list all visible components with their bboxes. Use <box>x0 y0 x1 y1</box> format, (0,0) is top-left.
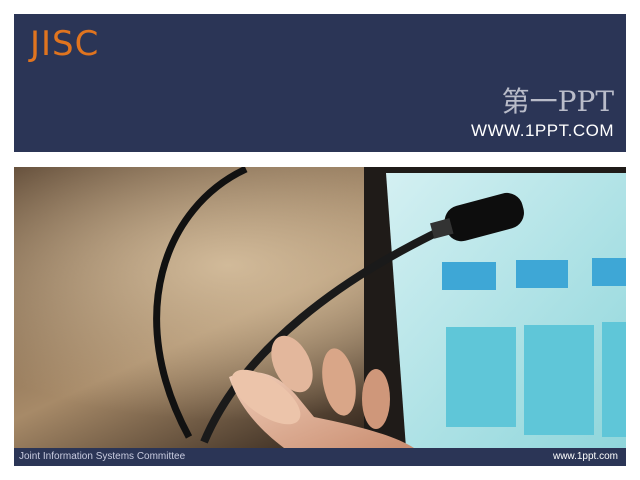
slide-title: 第一PPT <box>501 85 614 118</box>
microphone-photo-illustration <box>14 167 626 448</box>
footer-url: www.1ppt.com <box>552 451 618 462</box>
microphone-photo <box>14 167 626 448</box>
header-band: JISC 第一PPT WWW.1PPT.COM <box>14 14 626 152</box>
slide-url: WWW.1PPT.COM <box>471 121 614 140</box>
footer-organization: Joint Information Systems Committee <box>19 451 186 462</box>
footer-bar: Joint Information Systems Committee www.… <box>14 448 626 466</box>
jisc-logo: JISC <box>30 24 100 64</box>
